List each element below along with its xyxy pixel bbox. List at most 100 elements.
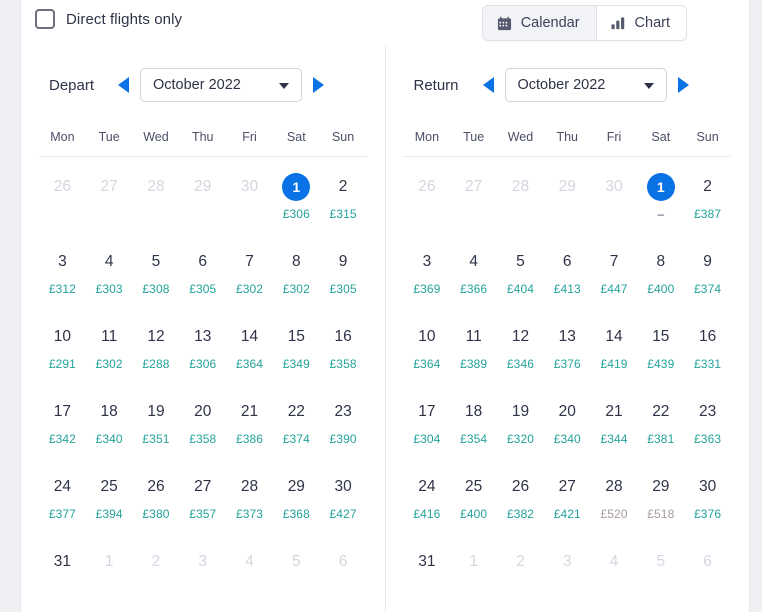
day-price: £349 bbox=[282, 357, 310, 371]
day-cell[interactable]: 24 £416 bbox=[404, 457, 451, 532]
calendar-icon bbox=[497, 16, 512, 31]
day-cell[interactable]: 16 £331 bbox=[684, 307, 731, 382]
day-cell[interactable]: 21 £386 bbox=[226, 382, 273, 457]
day-cell[interactable]: 2 £387 bbox=[684, 157, 731, 232]
day-cell[interactable]: 17 £304 bbox=[404, 382, 451, 457]
day-cell[interactable]: 3 £312 bbox=[39, 232, 86, 307]
day-cell[interactable]: 22 £374 bbox=[273, 382, 320, 457]
day-number: 23 bbox=[334, 403, 352, 420]
day-cell[interactable]: 22 £381 bbox=[637, 382, 684, 457]
day-cell[interactable]: 25 £394 bbox=[86, 457, 133, 532]
direct-flights-only-checkbox[interactable]: Direct flights only bbox=[35, 9, 182, 29]
day-cell[interactable]: 23 £390 bbox=[320, 382, 367, 457]
day-price: £386 bbox=[235, 432, 264, 446]
chart-view-button[interactable]: Chart bbox=[595, 6, 686, 40]
day-number: 23 bbox=[698, 403, 717, 420]
prev-month-button[interactable] bbox=[482, 77, 494, 93]
day-number: 6 bbox=[338, 553, 348, 570]
day-cell[interactable]: 27 £421 bbox=[544, 457, 591, 532]
day-price: £380 bbox=[142, 507, 170, 521]
prev-month-button[interactable] bbox=[118, 77, 129, 93]
day-cell[interactable]: 15 £349 bbox=[273, 307, 320, 382]
next-month-button[interactable] bbox=[677, 77, 689, 93]
day-number: 3 bbox=[562, 553, 572, 570]
day-cell[interactable]: 28 £520 bbox=[591, 457, 638, 532]
day-cell[interactable]: 7 £447 bbox=[591, 232, 638, 307]
day-price: £302 bbox=[95, 357, 123, 371]
day-cell[interactable]: 21 £344 bbox=[591, 382, 638, 457]
month-select[interactable]: October 2022 bbox=[140, 68, 302, 102]
day-price: £416 bbox=[413, 507, 441, 521]
day-cell[interactable]: 28 £373 bbox=[226, 457, 273, 532]
day-cell[interactable]: 8 £302 bbox=[273, 232, 320, 307]
day-cell[interactable]: 10 £364 bbox=[404, 307, 451, 382]
day-cell[interactable]: 11 £389 bbox=[450, 307, 497, 382]
day-cell[interactable]: 26 £380 bbox=[133, 457, 180, 532]
day-number: 27 bbox=[558, 478, 576, 495]
day-cell: 1 bbox=[86, 532, 133, 607]
day-cell[interactable]: 9 £305 bbox=[320, 232, 367, 307]
day-cell[interactable]: 20 £340 bbox=[544, 382, 591, 457]
day-number: 20 bbox=[194, 403, 212, 420]
day-number: 8 bbox=[656, 253, 666, 270]
day-cell[interactable]: 31 bbox=[39, 532, 86, 607]
day-number: 10 bbox=[53, 328, 72, 345]
day-cell[interactable]: 6 £413 bbox=[544, 232, 591, 307]
day-cell[interactable]: 9 £374 bbox=[684, 232, 731, 307]
day-price: £366 bbox=[460, 282, 488, 296]
day-number: 1 bbox=[646, 173, 675, 201]
day-cell[interactable]: 14 £364 bbox=[226, 307, 273, 382]
day-cell[interactable]: 18 £340 bbox=[86, 382, 133, 457]
day-cell[interactable]: 12 £288 bbox=[133, 307, 180, 382]
day-cell[interactable]: 31 bbox=[404, 532, 451, 607]
day-cell[interactable]: 20 £358 bbox=[179, 382, 226, 457]
month-select-value: October 2022 bbox=[153, 77, 241, 93]
calendar-view-button[interactable]: Calendar bbox=[482, 6, 596, 40]
day-cell[interactable]: 11 £302 bbox=[86, 307, 133, 382]
calendar-header: Return October 2022 bbox=[398, 46, 738, 108]
checkbox-box-icon[interactable] bbox=[35, 9, 55, 29]
day-cell[interactable]: 23 £363 bbox=[684, 382, 731, 457]
day-cell-selected[interactable]: 1 £306 bbox=[273, 157, 320, 232]
day-cell[interactable]: 5 £404 bbox=[497, 232, 544, 307]
day-cell[interactable]: 8 £400 bbox=[637, 232, 684, 307]
day-cell[interactable]: 18 £354 bbox=[450, 382, 497, 457]
day-number: 22 bbox=[287, 403, 305, 420]
calendar-card: Direct flights only Calendar Chart Depar… bbox=[20, 0, 750, 612]
day-cell[interactable]: 30 £427 bbox=[320, 457, 367, 532]
day-cell[interactable]: 19 £320 bbox=[497, 382, 544, 457]
day-cell[interactable]: 3 £369 bbox=[404, 232, 451, 307]
day-price: £346 bbox=[506, 357, 534, 371]
day-price: £520 bbox=[600, 507, 628, 521]
day-cell[interactable]: 5 £308 bbox=[133, 232, 180, 307]
day-cell[interactable]: 17 £342 bbox=[39, 382, 86, 457]
day-cell[interactable]: 16 £358 bbox=[320, 307, 367, 382]
day-number: 11 bbox=[101, 328, 118, 345]
next-month-button[interactable] bbox=[313, 77, 324, 93]
day-cell[interactable]: 19 £351 bbox=[133, 382, 180, 457]
day-cell[interactable]: 10 £291 bbox=[39, 307, 86, 382]
day-cell[interactable]: 30 £376 bbox=[684, 457, 731, 532]
day-cell[interactable]: 26 £382 bbox=[497, 457, 544, 532]
day-cell[interactable]: 25 £400 bbox=[450, 457, 497, 532]
day-cell[interactable]: 13 £376 bbox=[544, 307, 591, 382]
day-cell[interactable]: 13 £306 bbox=[179, 307, 226, 382]
month-select[interactable]: October 2022 bbox=[504, 68, 667, 102]
day-cell[interactable]: 24 £377 bbox=[39, 457, 86, 532]
day-cell[interactable]: 7 £302 bbox=[226, 232, 273, 307]
day-cell: 29 bbox=[179, 157, 226, 232]
day-cell[interactable]: 15 £439 bbox=[637, 307, 684, 382]
day-cell[interactable]: 29 £518 bbox=[637, 457, 684, 532]
day-cell[interactable]: 14 £419 bbox=[591, 307, 638, 382]
calendar-depart: Depart October 2022 Mon Tue Wed Thu Fri Sat Su… bbox=[21, 46, 385, 612]
day-cell-selected[interactable]: 1– bbox=[637, 157, 684, 232]
day-cell[interactable]: 29 £368 bbox=[273, 457, 320, 532]
day-cell[interactable]: 12 £346 bbox=[497, 307, 544, 382]
day-cell[interactable]: 2 £315 bbox=[320, 157, 367, 232]
day-cell[interactable]: 27 £357 bbox=[179, 457, 226, 532]
day-price: £342 bbox=[48, 432, 76, 446]
day-number: 4 bbox=[469, 253, 478, 270]
day-cell[interactable]: 4 £303 bbox=[86, 232, 133, 307]
day-cell[interactable]: 4 £366 bbox=[450, 232, 497, 307]
day-cell[interactable]: 6 £305 bbox=[179, 232, 226, 307]
